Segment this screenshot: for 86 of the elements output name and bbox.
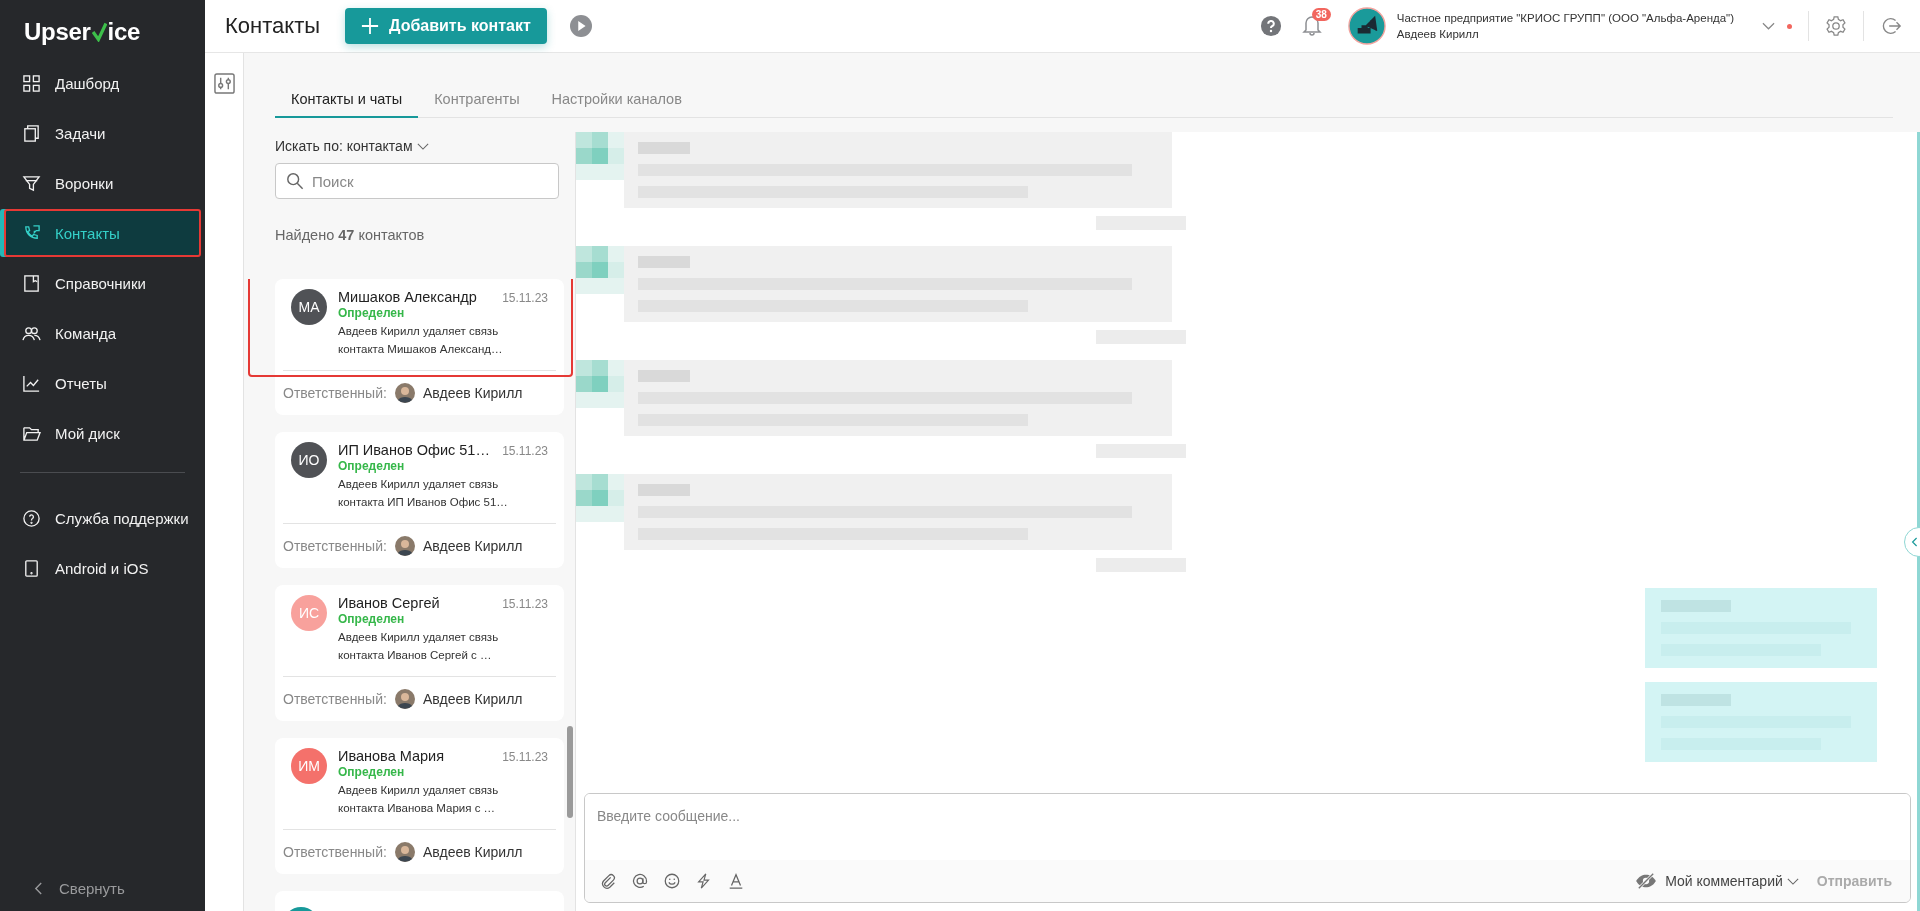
grid-icon <box>22 73 41 93</box>
plus-icon <box>361 17 380 35</box>
collapse-button[interactable]: Свернуть <box>0 880 125 911</box>
user-name: Авдеев Кирилл <box>1396 28 1480 40</box>
company-name: Частное предприятие "КРИОС ГРУПП" (ООО "Альфа-Аренда") <box>1396 12 1734 24</box>
message-preview: Авдеев Кирилл удаляет связь контакта ИП Иванов Офис 51… <box>338 477 509 510</box>
contact-name: ИП Иванов Офис 51… <box>338 442 490 458</box>
search-icon <box>286 172 304 190</box>
play-icon[interactable] <box>569 15 592 37</box>
help-icon[interactable] <box>1259 15 1282 37</box>
status-dot <box>1787 23 1792 29</box>
notification-badge: 38 <box>1311 8 1331 21</box>
search-input[interactable]: Поиск <box>310 171 548 191</box>
tablet-icon <box>22 558 41 578</box>
sidebar-item[interactable]: Дашборд <box>4 59 201 107</box>
person-avatar <box>394 689 415 709</box>
crane-avatar[interactable] <box>1347 7 1386 45</box>
filter-settings-icon[interactable] <box>213 73 235 94</box>
contact-status: Определен <box>338 459 406 473</box>
contact-name: Иванов Сергей <box>338 595 440 611</box>
hidden-eye-icon <box>1635 872 1658 890</box>
message-preview: Авдеев Кирилл удаляет связь контакта Иванов Сергей с … <box>338 630 500 663</box>
responsible-label: Ответственный: <box>283 538 387 554</box>
sidebar-item[interactable]: Справочники <box>4 259 201 307</box>
contact-date: 15.11.23 <box>502 443 548 458</box>
message-composer[interactable]: Введите сообщение... Мой комментарий Отправить <box>584 793 1911 903</box>
message-preview: Авдеев Кирилл удаляет связь контакта Иванова Мария с … <box>338 783 500 816</box>
chevron-left-icon <box>34 881 43 896</box>
sidebar-item[interactable]: Мой диск <box>4 409 201 457</box>
book-icon <box>22 273 41 293</box>
contact-date: 15.11.23 <box>502 749 548 764</box>
responsible-label: Ответственный: <box>283 385 387 401</box>
contact-name: Иванова Мария <box>338 748 445 764</box>
initials-avatar: МА <box>291 289 327 325</box>
responsible-label: Ответственный: <box>283 691 387 707</box>
paperclip-icon[interactable] <box>599 872 617 890</box>
logout-icon[interactable] <box>1880 15 1902 37</box>
scrollbar[interactable] <box>567 726 573 818</box>
person-avatar <box>394 842 415 862</box>
chart-icon <box>22 373 41 393</box>
sidebar-item[interactable]: Задачи <box>4 109 201 157</box>
contact-card[interactable]: ИО ИП Иванов Офис 51… 15.11.23 Определен Авдеев Кирилл удаляет связь контакта ИП Иванов Офис 51… Ответственный: Авдеев Кирилл <box>275 432 564 568</box>
person-avatar <box>394 536 415 556</box>
sidebar-item[interactable]: Служба поддержки <box>4 494 201 542</box>
sidebar-item[interactable]: Команда <box>4 309 201 357</box>
search-filter-dropdown[interactable]: Искать по: контактам <box>275 138 429 154</box>
responsible-name: Авдеев Кирилл <box>422 844 523 860</box>
search-field[interactable]: Поиск <box>275 163 559 199</box>
clipboard-icon <box>22 123 41 143</box>
results-count: Найдено 47 контактов <box>275 227 425 243</box>
initials-avatar: ИО <box>291 442 327 478</box>
contact-date: 15.11.23 <box>502 596 548 611</box>
page-title: Контакты <box>225 13 321 39</box>
initials-avatar: ИС <box>291 595 327 631</box>
emoji-icon[interactable] <box>663 872 681 890</box>
chevron-left-icon <box>1911 536 1919 548</box>
contact-status: Определен <box>338 612 406 626</box>
contact-card[interactable]: ИС Иванов Сергей 15.11.23 Определен Авдеев Кирилл удаляет связь контакта Иванов Сергей с … Ответственный: Авдеев Кирилл <box>275 585 564 721</box>
contact-status: Определен <box>338 765 406 779</box>
lightning-icon[interactable] <box>695 872 713 890</box>
contact-status: Определен <box>338 306 406 320</box>
mention-icon[interactable] <box>631 872 649 890</box>
initials-avatar: ИМ <box>291 748 327 784</box>
chevron-down-icon[interactable] <box>1762 22 1775 30</box>
funnel-icon <box>22 173 41 193</box>
responsible-name: Авдеев Кирилл <box>422 538 523 554</box>
contact-card[interactable]: ИМ Иванова Мария 15.11.23 Определен Авдеев Кирилл удаляет связь контакта Иванова Мария с … Ответственный: Авдеев Кирилл <box>275 738 564 874</box>
sidebar-item[interactable]: Android и iOS <box>4 544 201 592</box>
settings-icon[interactable] <box>1825 15 1847 37</box>
message-preview: Авдеев Кирилл удаляет связь контакта Мишаков Александ… <box>338 324 504 357</box>
sidebar-item[interactable]: Воронки <box>4 159 201 207</box>
comment-mode-dropdown[interactable]: Мой комментарий <box>1665 873 1799 889</box>
contact-name: Мишаков Александр <box>338 289 477 305</box>
sidebar-item[interactable]: Отчеты <box>4 359 201 407</box>
contact-card[interactable]: МА Мишаков Александр 15.11.23 Определен Авдеев Кирилл удаляет связь контакта Мишаков Александ… Ответственный: Авдеев Кирилл <box>275 279 564 415</box>
responsible-name: Авдеев Кирилл <box>422 385 523 401</box>
responsible-name: Авдеев Кирилл <box>422 691 523 707</box>
contact-date: 15.11.23 <box>502 290 548 305</box>
help-icon <box>22 508 41 528</box>
app-logo: Upser ice <box>24 18 140 46</box>
tab[interactable]: Контакты и чаты <box>275 91 419 118</box>
responsible-label: Ответственный: <box>283 844 387 860</box>
chevron-down-icon <box>1786 877 1799 885</box>
person-avatar <box>394 383 415 403</box>
text-format-icon[interactable] <box>727 872 745 890</box>
chevron-down-icon <box>416 142 429 150</box>
